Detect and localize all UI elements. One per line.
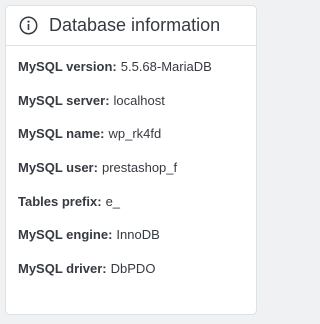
mysql-engine-row: MySQL engine: InnoDB [18,227,160,243]
row-label: MySQL user [18,160,94,176]
card-body: MySQL version: 5.5.68-MariaDB MySQL serv… [6,46,256,285]
card-title: Database information [49,15,221,35]
card-header: Database information [6,6,256,46]
row-value: localhost [113,92,165,108]
row-value: DbPDO [110,260,156,276]
row-value: prestashop_f [101,160,178,176]
row-value: e_ [105,193,121,209]
mysql-driver-row: MySQL driver: DbPDO [18,260,156,276]
row-label: MySQL version [18,59,113,75]
mysql-server-row: MySQL server: localhost [18,92,165,108]
mysql-name-row: MySQL name: wp_rk4fd [18,126,162,142]
database-info-card: Database information MySQL version: 5.5.… [5,5,257,315]
mysql-version-row: MySQL version: 5.5.68-MariaDB [18,59,212,75]
row-label: Tables prefix [18,193,98,209]
info-icon [19,16,38,35]
row-label: MySQL engine [18,227,109,243]
row-value: 5.5.68-MariaDB [120,59,212,75]
row-value: InnoDB [116,227,160,243]
mysql-user-row: MySQL user: prestashop_f [18,160,178,176]
tables-prefix-row: Tables prefix: e_ [18,193,121,209]
row-label: MySQL driver [18,260,103,276]
row-value: wp_rk4fd [108,126,162,142]
row-label: MySQL name [18,126,101,142]
row-label: MySQL server [18,92,106,108]
